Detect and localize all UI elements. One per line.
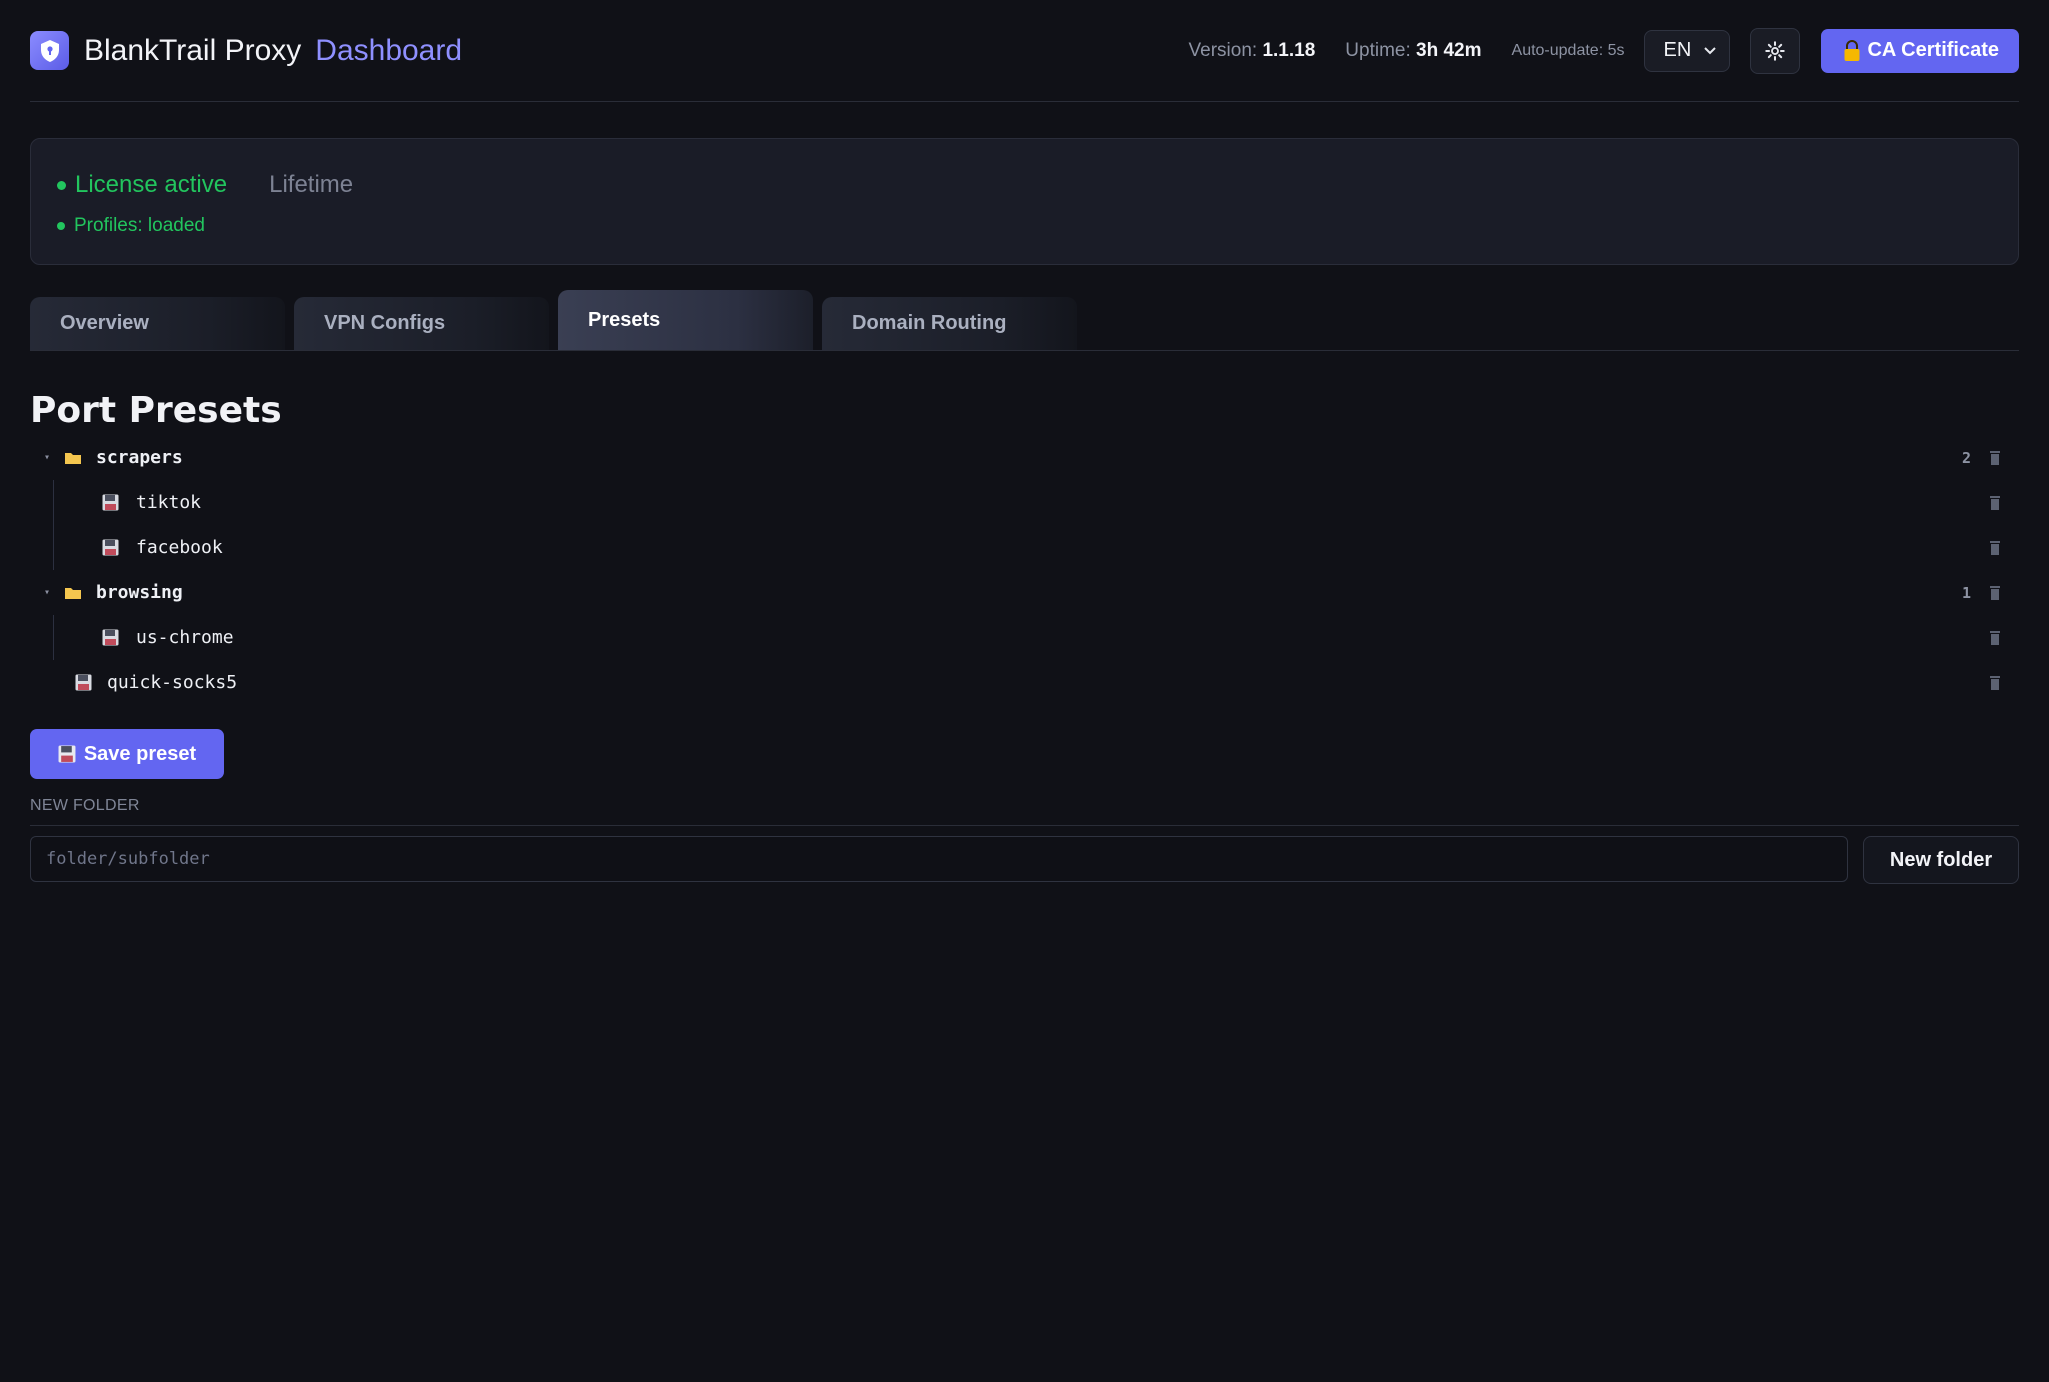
language-select[interactable]: EN — [1644, 29, 1731, 72]
tab-presets[interactable]: Presets — [558, 290, 813, 350]
license-status: License active — [75, 171, 228, 198]
status-dot-icon — [57, 222, 65, 230]
shield-logo-icon — [30, 31, 69, 70]
trash-icon[interactable] — [1989, 675, 2001, 691]
trash-icon[interactable] — [1989, 630, 2001, 646]
chevron-down-icon[interactable]: ▾ — [44, 587, 64, 598]
trash-icon[interactable] — [1989, 540, 2001, 556]
new-folder-label: NEW FOLDER — [30, 797, 140, 814]
chevron-down-icon — [1704, 46, 1717, 54]
floppy-disk-icon — [102, 539, 122, 556]
divider — [30, 825, 2019, 826]
floppy-disk-icon — [102, 494, 122, 511]
floppy-disk-icon — [58, 745, 76, 763]
folder-icon — [64, 451, 84, 465]
version-info: Version: 1.1.18 — [1189, 40, 1316, 62]
settings-button[interactable] — [1750, 27, 1801, 74]
trash-icon[interactable] — [1989, 450, 2001, 466]
folder-row-browsing[interactable]: ▾ browsing 1 — [30, 570, 2019, 615]
license-card: License active Lifetime Profiles: loaded — [30, 138, 2019, 265]
preset-row-us-chrome[interactable]: us-chrome — [30, 615, 2019, 660]
auto-update-status: Auto-update: 5s — [1511, 41, 1625, 59]
app-subtitle: Dashboard — [315, 33, 463, 67]
floppy-disk-icon — [75, 674, 95, 691]
tab-domain-routing[interactable]: Domain Routing — [822, 297, 1077, 350]
top-bar: BlankTrail Proxy Dashboard Version: 1.1.… — [30, 0, 2019, 102]
language-value: EN — [1663, 39, 1692, 61]
gear-icon — [1765, 40, 1786, 61]
preset-name: tiktok — [136, 492, 202, 513]
preset-row-facebook[interactable]: facebook — [30, 525, 2019, 570]
folder-name: browsing — [96, 582, 183, 603]
version-value: 1.1.18 — [1262, 39, 1316, 61]
folder-icon — [64, 586, 84, 600]
profiles-status: Profiles: loaded — [74, 215, 205, 236]
tab-vpn-configs[interactable]: VPN Configs — [294, 297, 549, 350]
preset-name: us-chrome — [136, 627, 234, 648]
new-folder-button[interactable]: New folder — [1863, 836, 2019, 884]
license-status-row: License active Lifetime — [57, 171, 353, 199]
uptime-value: 3h 42m — [1416, 39, 1482, 61]
chevron-down-icon[interactable]: ▾ — [44, 452, 64, 463]
lock-icon — [1843, 39, 1861, 62]
ca-certificate-label: CA Certificate — [1867, 39, 1999, 61]
license-type: Lifetime — [269, 171, 354, 198]
preset-name: facebook — [136, 537, 223, 558]
folder-count: 1 — [1961, 583, 1971, 602]
save-preset-button[interactable]: Save preset — [30, 729, 224, 779]
folder-row-scrapers[interactable]: ▾ scrapers 2 — [30, 435, 2019, 480]
main-tabs: Overview VPN Configs Presets Domain Rout… — [30, 288, 2019, 351]
trash-icon[interactable] — [1989, 495, 2001, 511]
uptime-info: Uptime: 3h 42m — [1345, 40, 1481, 62]
folder-count: 2 — [1961, 448, 1971, 467]
preset-row-tiktok[interactable]: tiktok — [30, 480, 2019, 525]
save-preset-label: Save preset — [83, 742, 197, 765]
app-title: BlankTrail Proxy — [84, 33, 302, 67]
folder-name: scrapers — [96, 447, 183, 468]
profiles-status-row: Profiles: loaded — [57, 215, 205, 237]
page-title: Port Presets — [30, 390, 282, 431]
preset-row-quick-socks5[interactable]: quick-socks5 — [30, 660, 2019, 705]
status-dot-icon — [57, 180, 66, 190]
tab-overview[interactable]: Overview — [30, 297, 285, 350]
floppy-disk-icon — [102, 629, 122, 646]
preset-tree: ▾ scrapers 2 tiktok facebook ▾ browsing … — [30, 435, 2019, 705]
uptime-label: Uptime: — [1345, 39, 1411, 61]
preset-name: quick-socks5 — [107, 672, 238, 693]
ca-certificate-button[interactable]: CA Certificate — [1821, 28, 2019, 73]
trash-icon[interactable] — [1989, 585, 2001, 601]
version-label: Version: — [1188, 39, 1258, 61]
new-folder-input[interactable] — [30, 836, 1848, 882]
